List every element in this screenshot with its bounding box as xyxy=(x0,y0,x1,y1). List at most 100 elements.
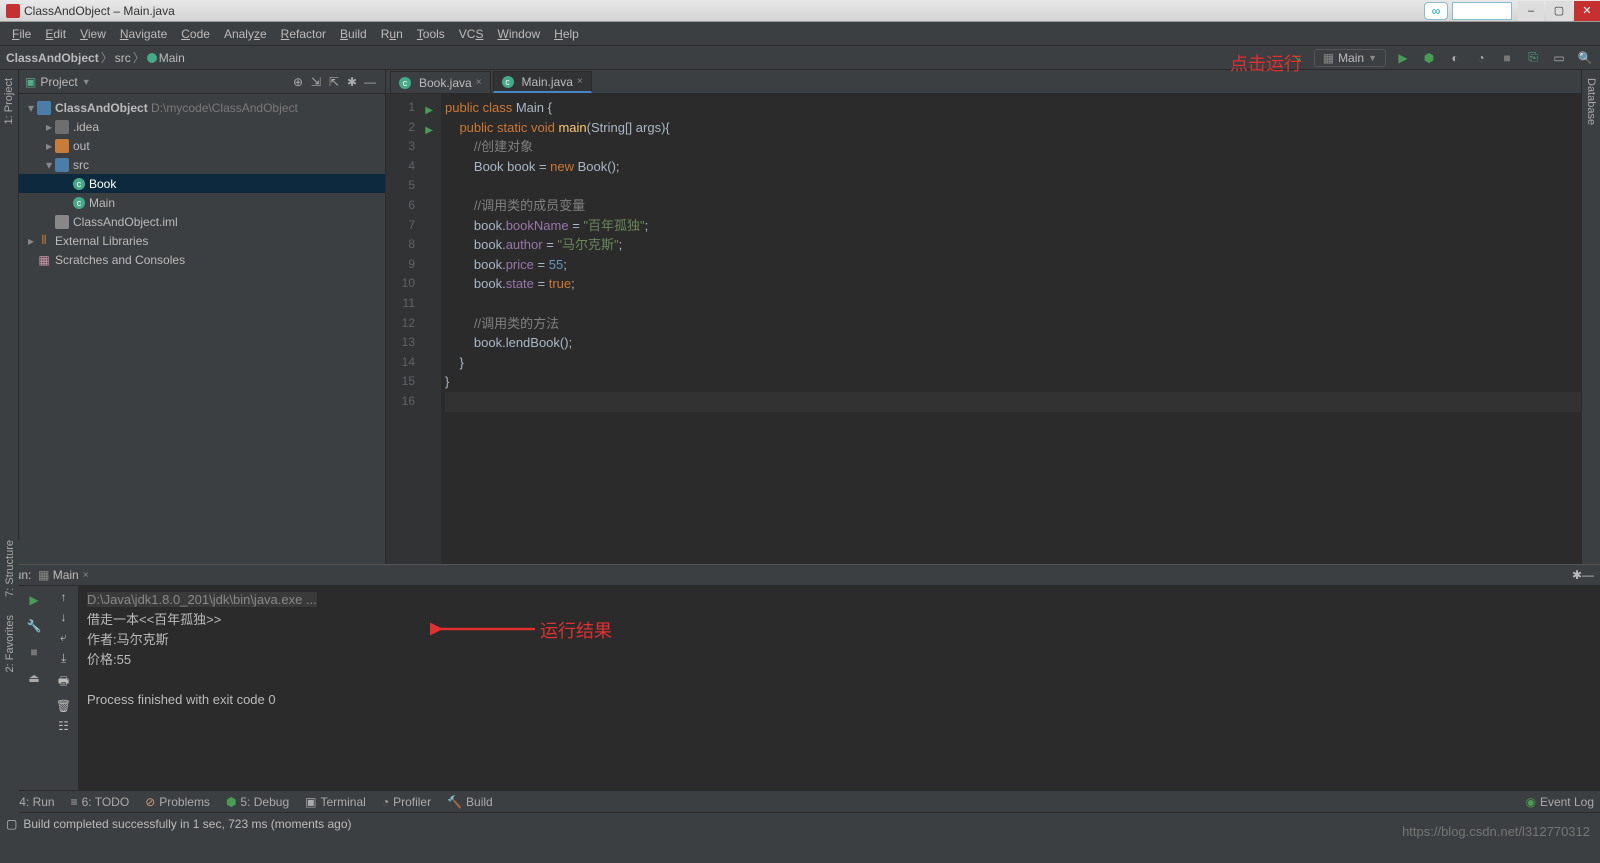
toolbar-right: ↘ ▦ Main ▼ ▶ ⬢ ◐ ◔ ■ ⎘ ▭ 🔍 xyxy=(1288,49,1594,67)
rerun-icon[interactable]: ▶ xyxy=(24,590,44,610)
trash-icon[interactable]: 🗑 xyxy=(56,699,71,713)
menu-window[interactable]: Window xyxy=(491,25,546,43)
tab-favorites[interactable]: 2: Favorites xyxy=(4,615,16,672)
close-icon[interactable]: × xyxy=(476,77,482,88)
tree-book[interactable]: cBook xyxy=(19,174,385,193)
cloud-icon[interactable]: ∞ xyxy=(1424,2,1448,20)
status-message: Build completed successfully in 1 sec, 7… xyxy=(23,817,351,831)
editor-tabs: cBook.java× cMain.java× xyxy=(386,70,1600,94)
class-icon xyxy=(147,53,157,63)
profiler-button[interactable]: ◔ xyxy=(1472,49,1490,67)
bottom-build[interactable]: 🔨Build xyxy=(447,795,493,809)
hide-icon[interactable]: — xyxy=(361,73,379,91)
tree-libs[interactable]: ▸⫴External Libraries xyxy=(19,231,385,250)
menu-run[interactable]: Run xyxy=(375,25,409,43)
right-stripe: Database xyxy=(1581,70,1600,564)
tab-main[interactable]: cMain.java× xyxy=(493,71,592,93)
bottom-todo[interactable]: ≡6: TODO xyxy=(71,795,130,809)
code-text[interactable]: public class Main { public static void m… xyxy=(441,94,1588,564)
locate-icon[interactable]: ⊕ xyxy=(289,73,307,91)
title-bar: ClassAndObject – Main.java ∞ – ▢ ✕ xyxy=(0,0,1600,22)
tree-out[interactable]: ▸out xyxy=(19,136,385,155)
breadcrumb-project[interactable]: ClassAndObject xyxy=(6,51,99,65)
filter-icon[interactable]: ☷ xyxy=(58,719,69,733)
tree-main[interactable]: cMain xyxy=(19,193,385,212)
run-config-name: Main xyxy=(53,568,79,582)
breadcrumb-folder[interactable]: src xyxy=(115,51,131,65)
breadcrumb[interactable]: ClassAndObject 〉 src 〉 Main xyxy=(6,49,185,66)
tree-root[interactable]: ▾ClassAndObject D:\mycode\ClassAndObject xyxy=(19,98,385,117)
menu-code[interactable]: Code xyxy=(175,25,216,43)
status-bar: ▢ Build completed successfully in 1 sec,… xyxy=(0,812,1600,834)
bottom-debug[interactable]: ⬢5: Debug xyxy=(226,795,289,809)
run-tool-header: Run: ▦ Main × ✱ — xyxy=(0,565,1600,586)
gear-icon[interactable]: ✱ xyxy=(1572,568,1582,582)
menu-help[interactable]: Help xyxy=(548,25,585,43)
tree-scratches[interactable]: ▦Scratches and Consoles xyxy=(19,250,385,269)
collapse-icon[interactable]: ⇱ xyxy=(325,73,343,91)
menu-navigate[interactable]: Navigate xyxy=(114,25,173,43)
up-icon[interactable]: ↑ xyxy=(61,590,67,604)
bottom-problems[interactable]: ⊘Problems xyxy=(145,795,210,809)
editor: cBook.java× cMain.java× 1▶2▶345678910111… xyxy=(386,70,1600,564)
project-tree[interactable]: ▾ClassAndObject D:\mycode\ClassAndObject… xyxy=(19,94,385,273)
bottom-eventlog[interactable]: ◉Event Log xyxy=(1525,795,1594,809)
expand-icon[interactable]: ⇲ xyxy=(307,73,325,91)
maximize-button[interactable]: ▢ xyxy=(1546,1,1572,21)
left-stripe-bottom: 7: Structure 2: Favorites xyxy=(0,540,19,820)
softwrap-icon[interactable]: ⤶ xyxy=(60,630,67,645)
structure-icon[interactable]: ▭ xyxy=(1550,49,1568,67)
exit-icon[interactable]: ⏏ xyxy=(24,668,44,688)
run-tool-window: Run: ▦ Main × ✱ — ▶ 🔧 ■ ⏏ ↑ ↓ ⤶ ⤓ 🖶 🗑 ☷ … xyxy=(0,564,1600,790)
debug-button[interactable]: ⬢ xyxy=(1420,49,1438,67)
tab-book[interactable]: cBook.java× xyxy=(390,71,491,93)
close-button[interactable]: ✕ xyxy=(1574,1,1600,21)
run-button[interactable]: ▶ xyxy=(1394,49,1412,67)
run-config-label: Main xyxy=(1338,51,1364,65)
down-icon[interactable]: ↓ xyxy=(61,610,67,624)
menu-file[interactable]: File xyxy=(6,25,37,43)
minimize-button[interactable]: – xyxy=(1518,1,1544,21)
scroll-icon[interactable]: ⤓ xyxy=(61,651,66,666)
menu-analyze[interactable]: Analyze xyxy=(218,25,273,43)
settings-icon[interactable]: ✱ xyxy=(343,73,361,91)
titlebar-search[interactable] xyxy=(1452,2,1512,20)
bottom-profiler[interactable]: ◔Profiler xyxy=(382,795,431,809)
code-area[interactable]: 1▶2▶345678910111213141516 public class M… xyxy=(386,94,1600,564)
hide-run-icon[interactable]: — xyxy=(1582,568,1594,582)
project-tool-label: Project xyxy=(40,75,77,89)
menu-edit[interactable]: Edit xyxy=(39,25,72,43)
tree-iml[interactable]: ClassAndObject.iml xyxy=(19,212,385,231)
build-hammer-icon[interactable]: ↘ xyxy=(1288,49,1306,67)
menu-tools[interactable]: Tools xyxy=(411,25,451,43)
bottom-tool-tabs: ▶4: Run ≡6: TODO ⊘Problems ⬢5: Debug ▣Te… xyxy=(0,790,1600,812)
vcs-icon[interactable]: ⎘ xyxy=(1524,49,1542,67)
tab-structure[interactable]: 7: Structure xyxy=(4,540,16,597)
console-output[interactable]: D:\Java\jdk1.8.0_201\jdk\bin\java.exe ..… xyxy=(79,586,1600,790)
menu-bar: File Edit View Navigate Code Analyze Ref… xyxy=(0,22,1600,46)
tree-src[interactable]: ▾src xyxy=(19,155,385,174)
stop-icon[interactable]: ■ xyxy=(24,642,44,662)
run-toolbar-left: ▶ 🔧 ■ ⏏ xyxy=(19,586,49,790)
window-title: ClassAndObject – Main.java xyxy=(24,4,175,18)
line-gutter[interactable]: 1▶2▶345678910111213141516 xyxy=(386,94,441,564)
wrench-icon[interactable]: 🔧 xyxy=(24,616,44,636)
coverage-button[interactable]: ◐ xyxy=(1446,49,1464,67)
close-icon[interactable]: × xyxy=(577,76,583,87)
breadcrumb-file[interactable]: Main xyxy=(159,51,185,65)
bottom-terminal[interactable]: ▣Terminal xyxy=(305,795,366,809)
menu-view[interactable]: View xyxy=(74,25,112,43)
search-icon[interactable]: 🔍 xyxy=(1576,49,1594,67)
menu-refactor[interactable]: Refactor xyxy=(275,25,332,43)
run-toolbar-2: ↑ ↓ ⤶ ⤓ 🖶 🗑 ☷ xyxy=(49,586,79,790)
tab-project[interactable]: 1: Project xyxy=(1,74,17,128)
print-icon[interactable]: 🖶 xyxy=(58,672,69,693)
tree-idea[interactable]: ▸.idea xyxy=(19,117,385,136)
run-config-selector[interactable]: ▦ Main ▼ xyxy=(1314,49,1386,67)
menu-build[interactable]: Build xyxy=(334,25,373,43)
navigation-bar: ClassAndObject 〉 src 〉 Main ↘ ▦ Main ▼ ▶… xyxy=(0,46,1600,70)
project-tool-header: ▣ Project ▼ ⊕ ⇲ ⇱ ✱ — xyxy=(19,70,385,94)
stop-button[interactable]: ■ xyxy=(1498,49,1516,67)
tab-database[interactable]: Database xyxy=(1583,74,1599,129)
menu-vcs[interactable]: VCS xyxy=(453,25,490,43)
